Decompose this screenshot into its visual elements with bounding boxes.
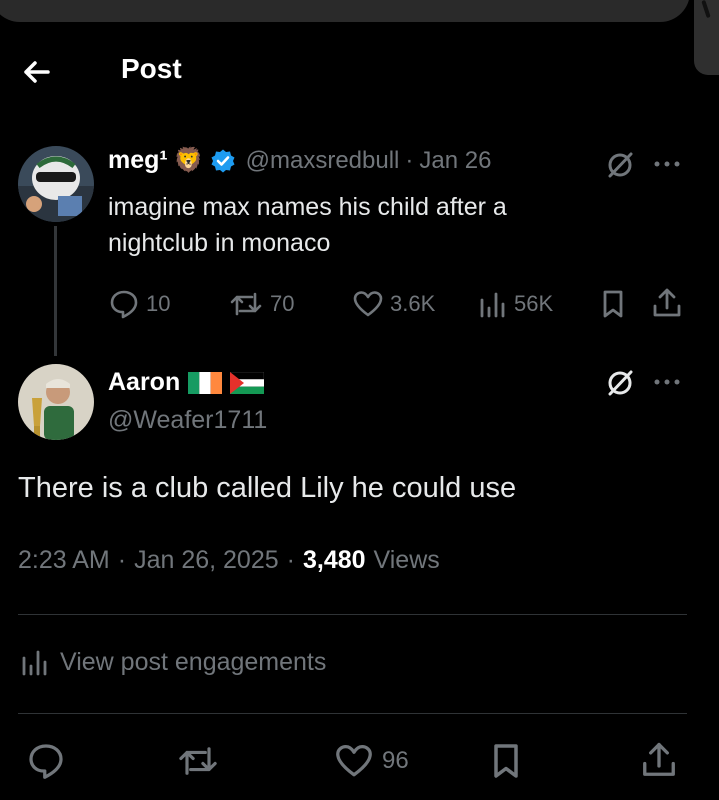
parent-like-count: 3.6K bbox=[390, 291, 436, 316]
views-icon bbox=[22, 650, 47, 676]
like-count: 96 bbox=[382, 747, 409, 774]
parent-views-count: 56K bbox=[514, 291, 554, 316]
repost-icon bbox=[230, 292, 262, 316]
more-icon bbox=[654, 379, 680, 385]
verified-badge-icon bbox=[211, 149, 235, 172]
views-icon bbox=[480, 292, 505, 318]
parent-separator: · bbox=[405, 146, 414, 174]
reply-button[interactable] bbox=[26, 741, 66, 781]
repost-button[interactable] bbox=[176, 741, 220, 781]
parent-date[interactable]: Jan 26 bbox=[419, 147, 491, 175]
parent-reply-count: 10 bbox=[146, 291, 171, 316]
main-post-name-row: Aaron bbox=[108, 368, 265, 397]
grok-icon bbox=[608, 370, 633, 396]
like-icon bbox=[353, 291, 383, 317]
palestinian-flag-icon bbox=[230, 371, 265, 394]
more-icon bbox=[654, 161, 680, 167]
post-date[interactable]: Jan 26, 2025 bbox=[134, 546, 279, 575]
views-label: Views bbox=[373, 546, 440, 574]
main-handle[interactable]: @Weafer1711 bbox=[108, 406, 267, 435]
share-icon bbox=[653, 288, 681, 317]
parent-repost-button[interactable]: 70 bbox=[228, 288, 294, 320]
parent-more-button[interactable] bbox=[652, 152, 682, 181]
meta-separator-2: · bbox=[286, 546, 295, 574]
parent-display-name[interactable]: meg¹ bbox=[108, 146, 168, 175]
parent-text-line-1: imagine max names his child after a bbox=[108, 193, 507, 221]
engagements-label: View post engagements bbox=[60, 647, 327, 676]
lion-emoji: 🦁 bbox=[173, 146, 204, 174]
main-more-button[interactable] bbox=[652, 370, 682, 399]
post-time[interactable]: 2:23 AM bbox=[18, 546, 110, 575]
like-button[interactable]: 96 bbox=[334, 741, 409, 781]
view-engagements-link[interactable]: View post engagements bbox=[20, 646, 326, 678]
parent-like-button[interactable]: 3.6K bbox=[352, 288, 435, 320]
back-button[interactable] bbox=[18, 52, 58, 92]
reply-icon bbox=[29, 744, 63, 779]
main-grok-button[interactable] bbox=[605, 368, 635, 403]
top-overlay bbox=[0, 0, 690, 22]
share-button[interactable] bbox=[640, 739, 678, 781]
bookmark-icon bbox=[494, 744, 518, 778]
meta-separator-1: · bbox=[117, 546, 127, 574]
main-post-text: There is a club called Lily he could use bbox=[18, 472, 517, 504]
parent-text-line-2: nightclub in monaco bbox=[108, 229, 331, 257]
main-display-name[interactable]: Aaron bbox=[108, 368, 180, 397]
parent-views-button[interactable]: 56K bbox=[478, 288, 553, 320]
divider-top bbox=[18, 614, 687, 615]
reply-icon bbox=[110, 290, 138, 319]
parent-bookmark-button[interactable] bbox=[599, 288, 627, 325]
parent-repost-count: 70 bbox=[270, 291, 295, 316]
parent-share-button[interactable] bbox=[651, 286, 683, 325]
parent-post-header: meg¹ 🦁 @maxsredbull · Jan 26 bbox=[108, 146, 491, 175]
thread-connector bbox=[54, 226, 57, 356]
bookmark-icon bbox=[603, 290, 623, 318]
parent-post-text: imagine max names his child after a nigh… bbox=[108, 189, 507, 261]
page-title: Post bbox=[121, 53, 182, 84]
main-post-meta: 2:23 AM · Jan 26, 2025 · 3,480 Views bbox=[18, 546, 440, 575]
corner-overlay bbox=[694, 0, 719, 75]
repost-icon bbox=[179, 747, 217, 775]
avatar-meg[interactable] bbox=[18, 146, 94, 222]
share-icon bbox=[643, 742, 675, 776]
grok-icon bbox=[608, 152, 633, 178]
avatar-aaron[interactable] bbox=[18, 364, 94, 440]
divider-bottom bbox=[18, 713, 687, 714]
back-arrow-icon bbox=[24, 61, 50, 83]
parent-reply-button[interactable]: 10 bbox=[108, 288, 170, 320]
bookmark-button[interactable] bbox=[488, 741, 524, 781]
like-icon bbox=[336, 745, 372, 777]
parent-grok-button[interactable] bbox=[605, 150, 635, 185]
views-count: 3,480 bbox=[302, 546, 366, 574]
irish-flag-icon bbox=[188, 371, 223, 394]
parent-handle[interactable]: @maxsredbull bbox=[246, 147, 400, 175]
